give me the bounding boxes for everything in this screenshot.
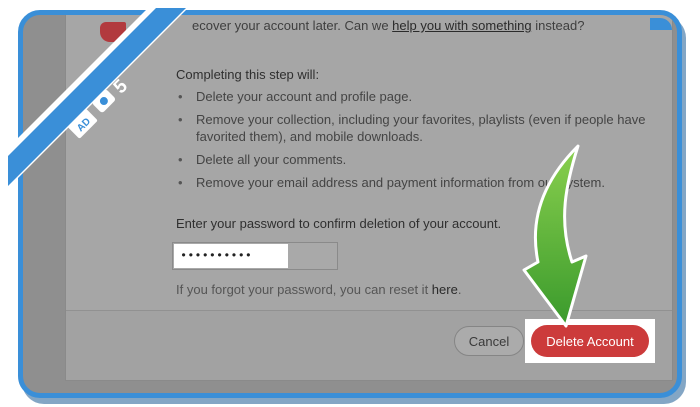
intro-suffix: instead? bbox=[531, 18, 585, 33]
list-item: Delete all your comments. bbox=[176, 151, 646, 168]
delete-button-highlight: Delete Account bbox=[525, 319, 655, 363]
reset-password-link[interactable]: here bbox=[432, 282, 458, 297]
password-input[interactable] bbox=[174, 244, 288, 268]
forgot-password-text: If you forgot your password, you can res… bbox=[176, 282, 461, 297]
intro-prefix: ecover your account later. Can we bbox=[192, 18, 393, 33]
steps-list: Delete your account and profile page. Re… bbox=[176, 88, 646, 197]
cancel-button[interactable]: Cancel bbox=[454, 326, 524, 356]
password-label: Enter your password to confirm deletion … bbox=[176, 216, 502, 231]
intro-text: ecover your account later. Can we help y… bbox=[192, 18, 584, 33]
help-link[interactable]: help you with something bbox=[392, 18, 531, 33]
forgot-suffix: . bbox=[457, 282, 462, 297]
dialog-footer: Cancel Delete Account bbox=[66, 311, 672, 380]
delete-account-dialog: ecover your account later. Can we help y… bbox=[65, 15, 673, 381]
list-item: Delete your account and profile page. bbox=[176, 88, 646, 105]
forgot-prefix: If you forgot your password, you can res… bbox=[176, 282, 432, 297]
warning-mark bbox=[100, 22, 126, 42]
delete-account-button[interactable]: Delete Account bbox=[531, 325, 649, 357]
steps-title: Completing this step will: bbox=[176, 67, 320, 82]
list-item: Remove your email address and payment in… bbox=[176, 174, 646, 191]
screenshot-frame: ecover your account later. Can we help y… bbox=[18, 10, 682, 398]
list-item: Remove your collection, including your f… bbox=[176, 111, 646, 145]
